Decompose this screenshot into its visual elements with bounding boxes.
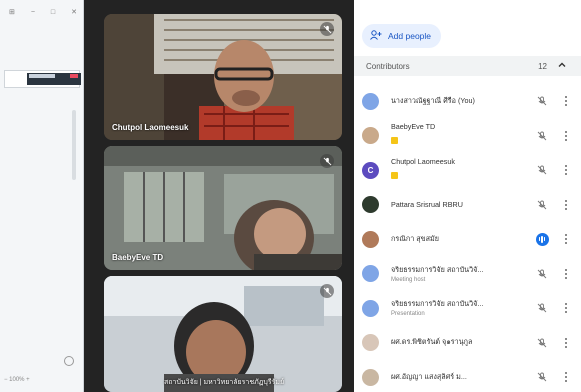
people-panel: Add people Contributors 12 นางสาวณัฐฐาณี… xyxy=(354,0,581,392)
tile-name-label: สถาบันวิจัย | มหาวิทยาลัยราชภัฏบุรีรัมย์ xyxy=(164,379,285,386)
window-grid-icon[interactable]: ⊞ xyxy=(9,8,15,16)
more-options-icon[interactable] xyxy=(563,163,569,177)
more-options-icon[interactable] xyxy=(563,198,569,212)
video-tile-chutpol[interactable]: Chutpol Laomeesuk xyxy=(104,14,342,140)
participant-row[interactable]: จริยธรรมการวิจัย สถาบันวิจั... Presentati… xyxy=(354,291,581,326)
participant-row[interactable]: BaebyEve TD xyxy=(354,119,581,154)
hand-badge-icon xyxy=(391,171,398,179)
zoom-readout: − 100% + xyxy=(4,377,30,383)
mic-off-icon xyxy=(320,154,334,168)
tile-name-label: Chutpol Laomeesuk xyxy=(112,123,189,132)
more-options-icon[interactable] xyxy=(563,94,569,108)
mic-off-icon[interactable] xyxy=(535,198,549,212)
participant-name: ผศ.อัญญา แสงสุลิศร์ ม... xyxy=(391,371,467,381)
video-tile-institute[interactable]: สถาบันวิจัย | มหาวิทยาลัยราชภัฏบุรีรัมย์ xyxy=(104,276,342,392)
add-person-icon xyxy=(370,30,382,42)
thumbnail-tag xyxy=(29,74,55,78)
side-window-titlebar: ⊞ − □ ✕ xyxy=(0,0,83,24)
more-options-icon[interactable] xyxy=(563,301,569,315)
thumbnail-badge xyxy=(70,74,78,78)
mic-off-icon[interactable] xyxy=(535,301,549,315)
add-people-button[interactable]: Add people xyxy=(362,24,442,48)
more-options-icon[interactable] xyxy=(563,267,569,281)
video-grid: Chutpol Laomeesuk BaebyEve TD สถาบันวิจั… xyxy=(84,0,354,392)
add-people-label: Add people xyxy=(388,31,432,41)
participant-name: จริยธรรมการวิจัย สถาบันวิจั... xyxy=(391,299,484,309)
participant-video xyxy=(104,146,342,270)
participant-row[interactable]: Pattara Srisrual RBRU xyxy=(354,188,581,223)
avatar: C xyxy=(362,161,379,179)
participant-name: กรณิกา สุขสมัย xyxy=(391,233,439,243)
more-options-icon[interactable] xyxy=(563,336,569,350)
chevron-up-icon[interactable] xyxy=(557,60,567,72)
participant-row[interactable]: C Chutpol Laomeesuk xyxy=(354,153,581,188)
participant-row[interactable]: ผศ.ดร.พิชิตรันต์ จุ๑รานุกูล xyxy=(354,326,581,361)
participant-name: BaebyEve TD xyxy=(391,122,436,132)
mic-off-icon[interactable] xyxy=(535,370,549,384)
slide-thumbnail[interactable] xyxy=(27,73,81,85)
circle-icon[interactable] xyxy=(64,356,74,366)
contributors-count: 12 xyxy=(538,61,547,71)
mic-off-icon[interactable] xyxy=(535,267,549,281)
participant-row[interactable]: ผศ.อัญญา แสงสุลิศร์ ม... xyxy=(354,360,581,392)
tile-name-label: BaebyEve TD xyxy=(112,253,164,262)
mic-off-icon[interactable] xyxy=(535,129,549,143)
participant-video xyxy=(104,276,342,392)
avatar xyxy=(362,334,379,352)
participant-row[interactable]: กรณิกา สุขสมัย xyxy=(354,222,581,257)
contributors-header[interactable]: Contributors 12 xyxy=(354,56,581,76)
mic-off-icon[interactable] xyxy=(535,94,549,108)
participant-name: Chutpol Laomeesuk xyxy=(391,156,455,166)
side-window-strip: ⊞ − □ ✕ − 100% + xyxy=(0,0,84,392)
avatar xyxy=(362,230,379,248)
mic-off-icon[interactable] xyxy=(535,336,549,350)
avatar xyxy=(362,368,379,386)
video-tile-baebyeve[interactable]: BaebyEve TD xyxy=(104,146,342,270)
participant-name: Pattara Srisrual RBRU xyxy=(391,200,463,210)
participant-row[interactable]: นางสาวณัฐฐาณี ศีรือ (You) xyxy=(354,84,581,119)
more-options-icon[interactable] xyxy=(563,232,569,246)
meet-window: ⊞ − □ ✕ − 100% + Chutpol Laomeesuk Baeby… xyxy=(0,0,581,392)
side-window-panel xyxy=(4,70,81,88)
avatar xyxy=(362,92,379,110)
close-icon[interactable]: ✕ xyxy=(71,8,77,16)
participant-name: นางสาวณัฐฐาณี ศีรือ (You) xyxy=(391,95,475,105)
more-options-icon[interactable] xyxy=(563,129,569,143)
contributors-label: Contributors xyxy=(366,61,410,71)
avatar xyxy=(362,196,379,214)
participant-name: ผศ.ดร.พิชิตรันต์ จุ๑รานุกูล xyxy=(391,337,473,347)
participant-name: จริยธรรมการวิจัย สถาบันวิจั... xyxy=(391,264,484,274)
participant-row[interactable]: จริยธรรมการวิจัย สถาบันวิจั... Meeting ho… xyxy=(354,257,581,292)
speaking-icon[interactable] xyxy=(535,232,549,246)
zoom-control[interactable]: − 100% + xyxy=(4,374,80,386)
participant-video xyxy=(104,14,342,140)
avatar xyxy=(362,299,379,317)
mic-off-icon xyxy=(320,22,334,36)
mic-off-icon xyxy=(320,284,334,298)
avatar xyxy=(362,127,379,145)
mic-off-icon[interactable] xyxy=(535,163,549,177)
maximize-icon[interactable]: □ xyxy=(51,9,55,16)
side-window-scrollbar[interactable] xyxy=(72,110,76,180)
participant-list: นางสาวณัฐฐาณี ศีรือ (You) BaebyEve TD C Chu… xyxy=(354,84,581,392)
more-options-icon[interactable] xyxy=(563,370,569,384)
avatar xyxy=(362,265,379,283)
hand-badge-icon xyxy=(391,137,398,145)
minimize-icon[interactable]: − xyxy=(31,9,35,16)
